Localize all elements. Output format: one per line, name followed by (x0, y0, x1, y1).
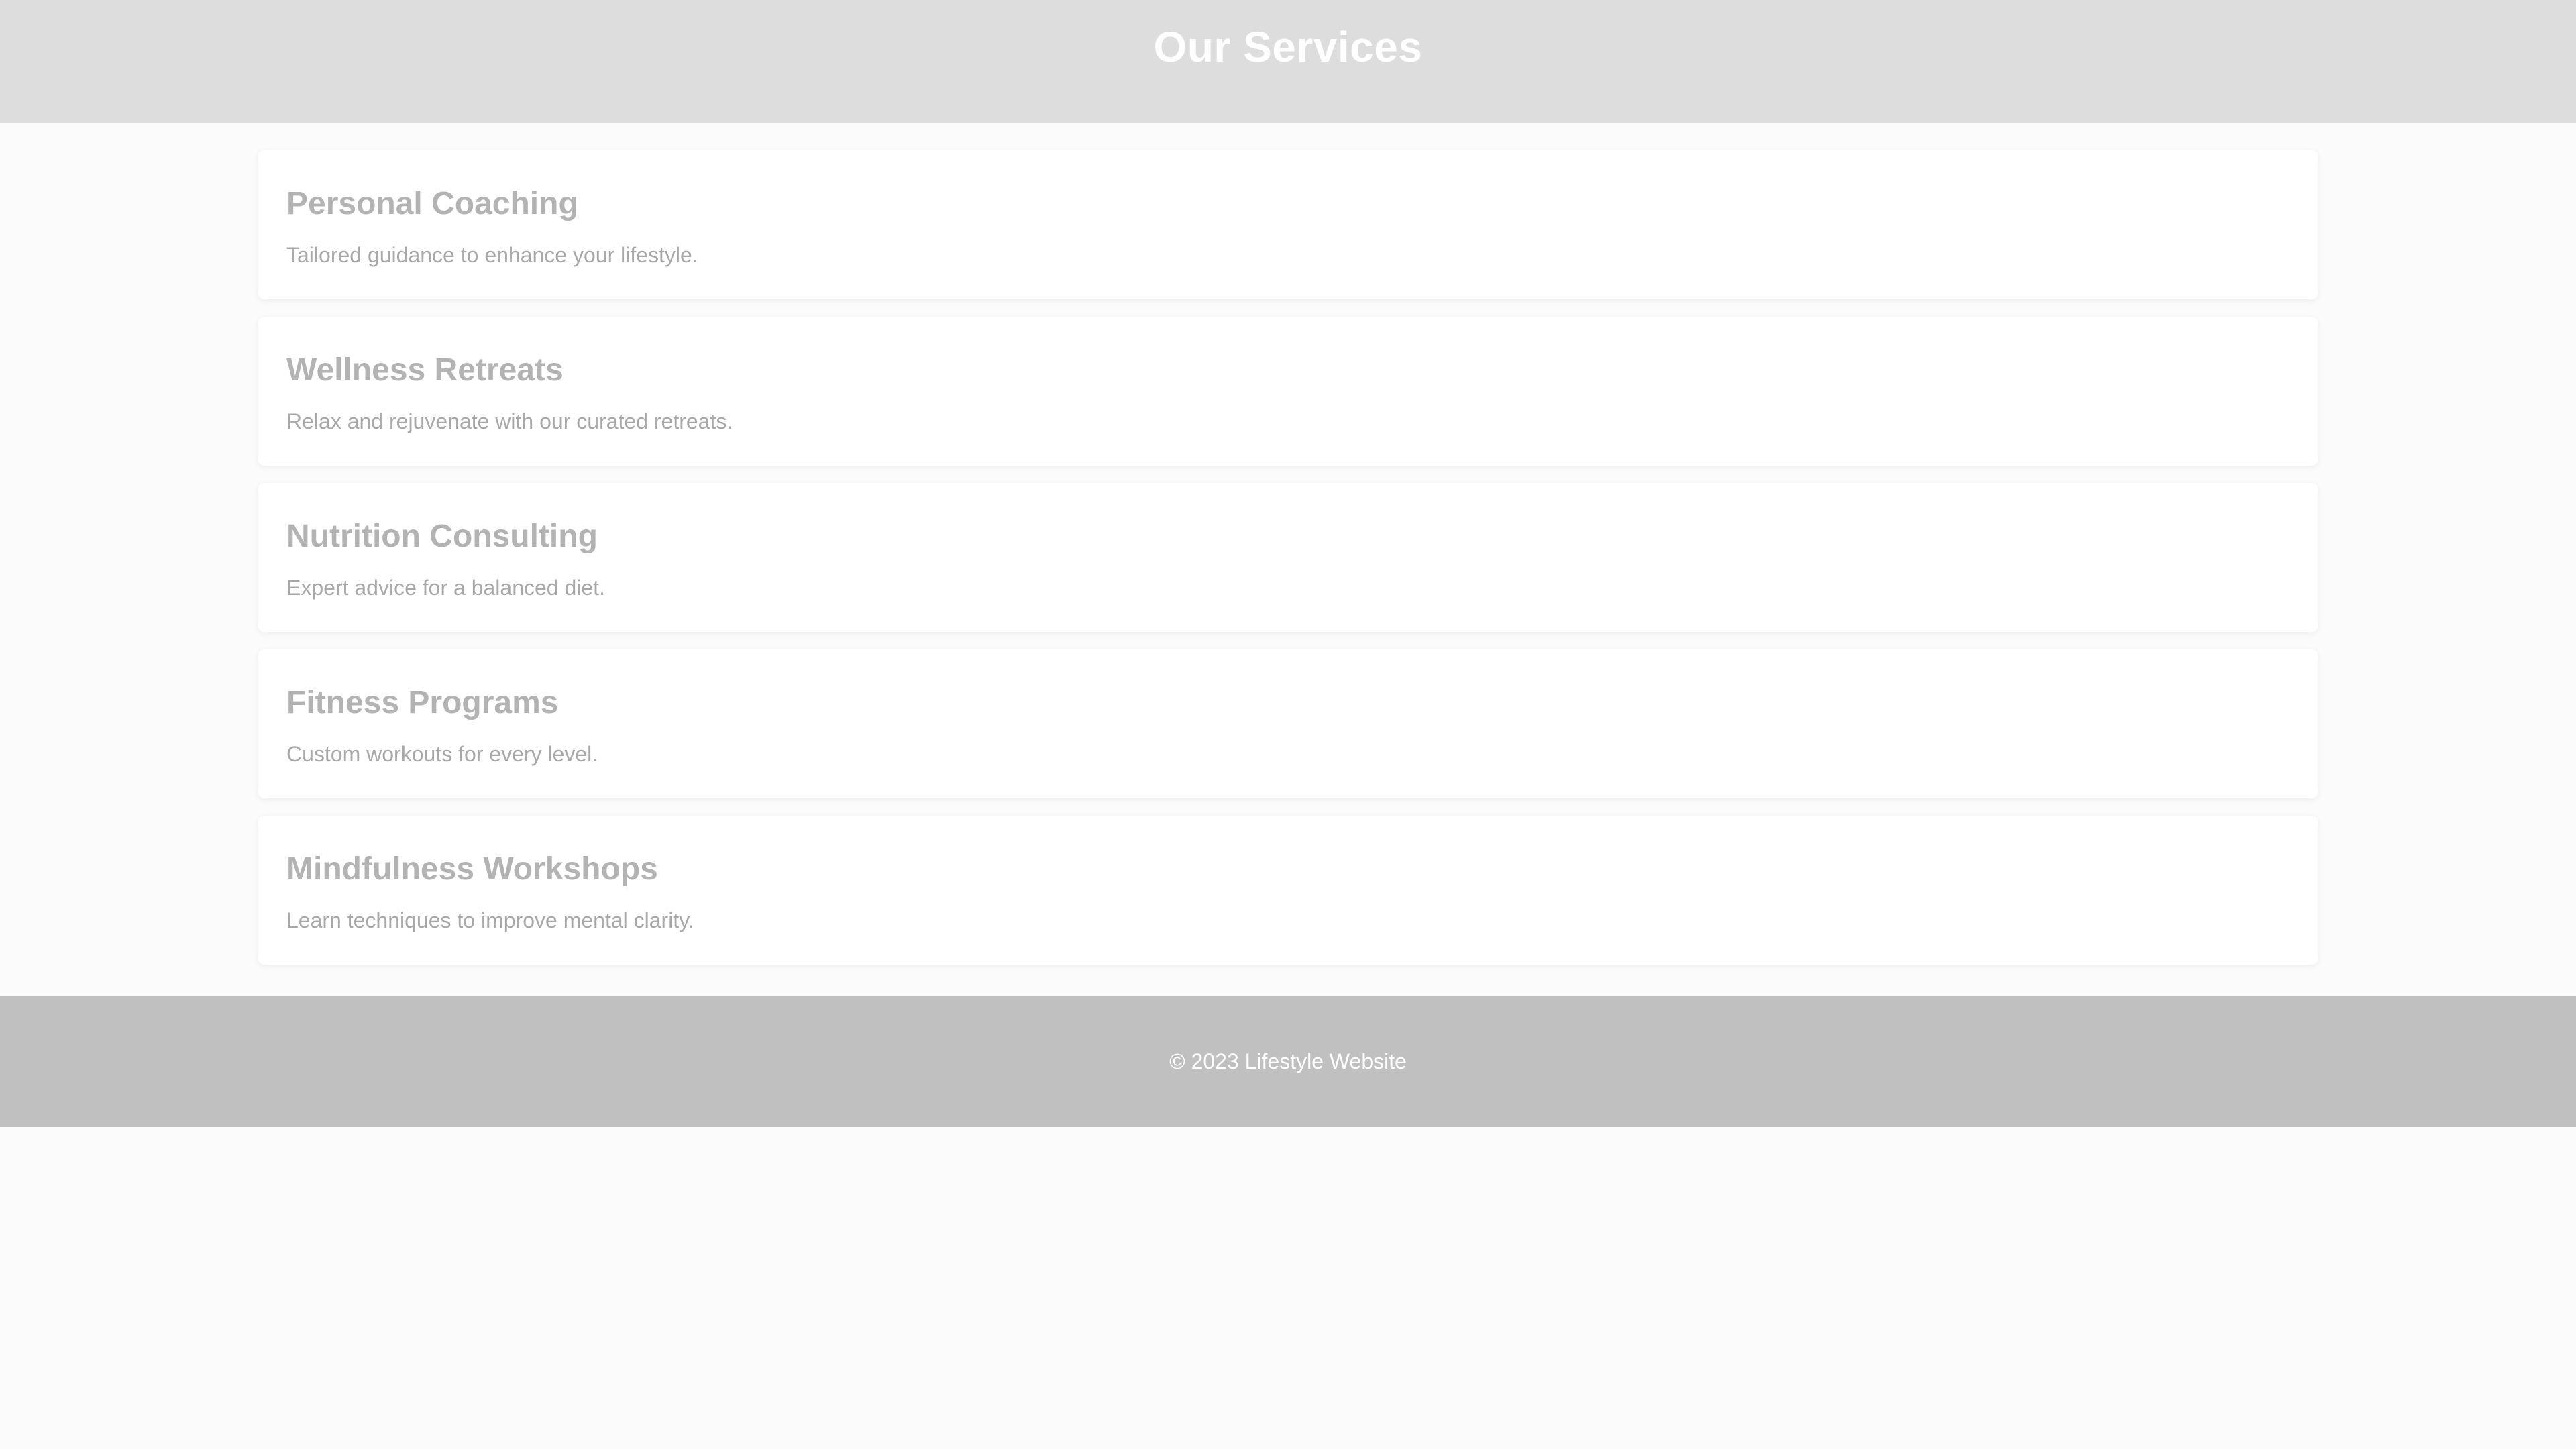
site-header: Our Services (0, 0, 2576, 123)
service-title: Mindfulness Workshops (286, 851, 658, 887)
service-title: Fitness Programs (286, 685, 559, 720)
service-description: Tailored guidance to enhance your lifest… (286, 243, 698, 267)
page: Our Services Personal Coaching Tailored … (0, 0, 2576, 1449)
service-title: Personal Coaching (286, 186, 578, 221)
service-card-mindfulness-workshops: Mindfulness Workshops Learn techniques t… (258, 816, 2318, 965)
footer-copyright: © 2023 Lifestyle Website (1169, 1049, 1407, 1073)
service-title: Nutrition Consulting (286, 519, 598, 554)
service-card-nutrition-consulting: Nutrition Consulting Expert advice for a… (258, 483, 2318, 632)
service-card-personal-coaching: Personal Coaching Tailored guidance to e… (258, 150, 2318, 299)
services-list: Personal Coaching Tailored guidance to e… (258, 123, 2318, 965)
service-description: Expert advice for a balanced diet. (286, 576, 605, 600)
service-title: Wellness Retreats (286, 352, 564, 388)
site-footer: © 2023 Lifestyle Website (0, 996, 2576, 1127)
service-card-wellness-retreats: Wellness Retreats Relax and rejuvenate w… (258, 317, 2318, 466)
service-description: Relax and rejuvenate with our curated re… (286, 409, 733, 433)
page-title: Our Services (1153, 23, 1423, 71)
service-description: Custom workouts for every level. (286, 742, 598, 766)
service-card-fitness-programs: Fitness Programs Custom workouts for eve… (258, 649, 2318, 798)
service-description: Learn techniques to improve mental clari… (286, 908, 694, 932)
